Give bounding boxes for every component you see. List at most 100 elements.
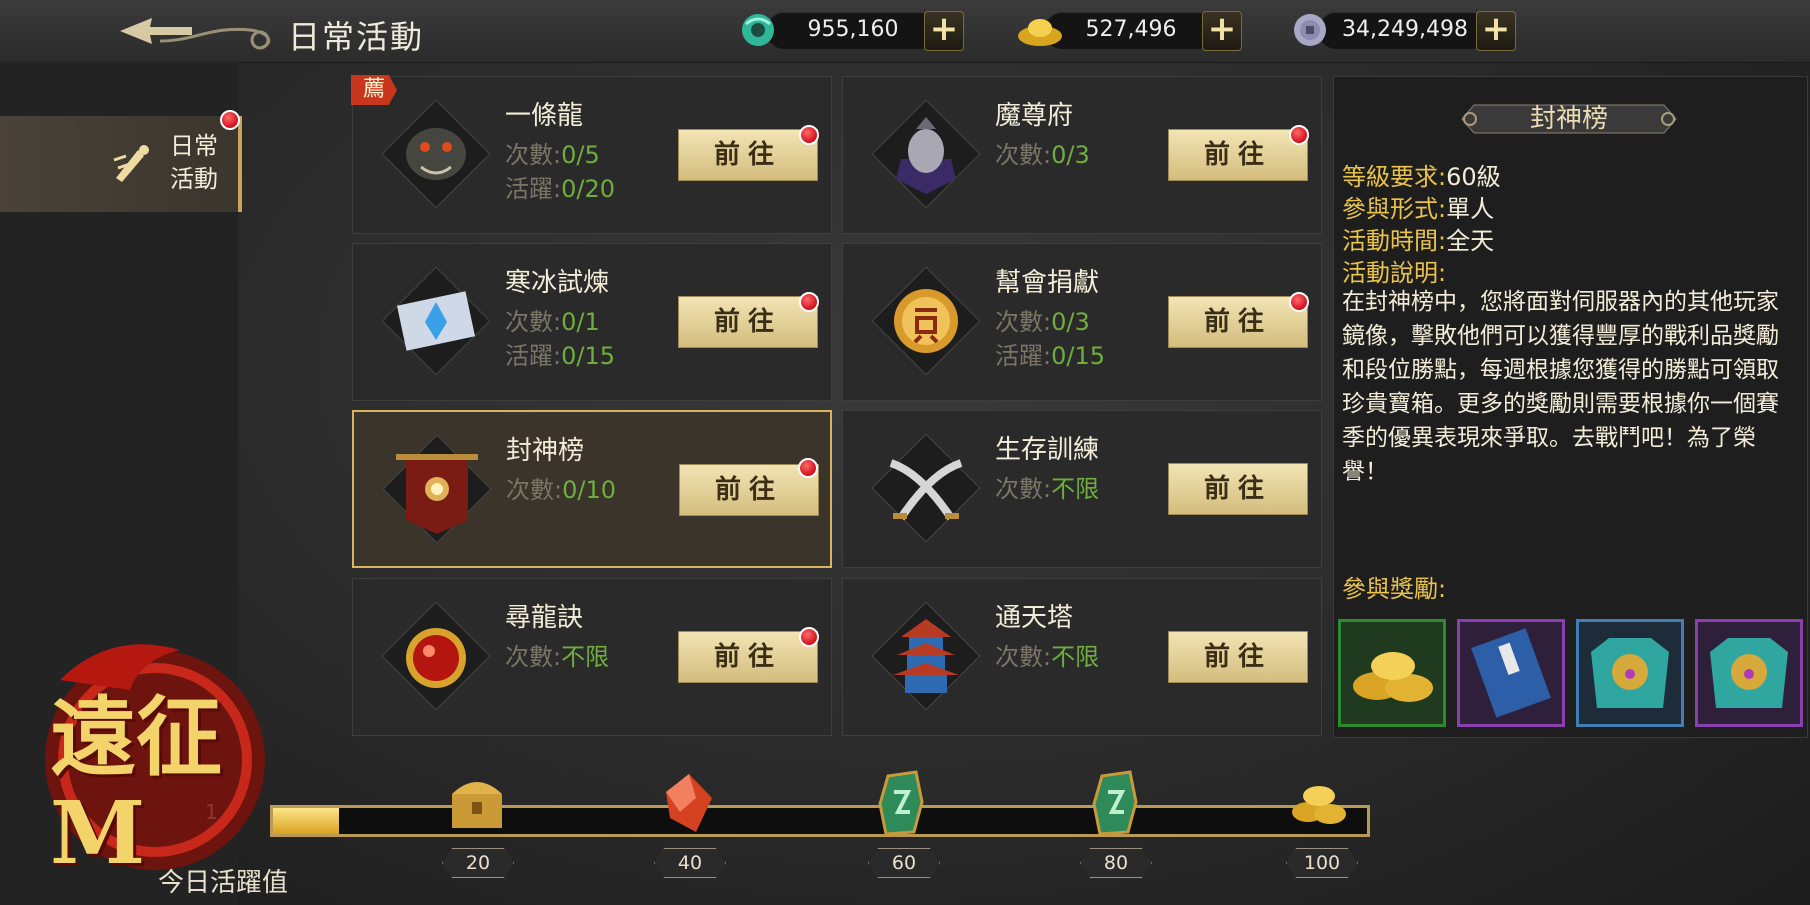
count-line: 次數:0/5 (505, 135, 600, 170)
back-button[interactable] (100, 8, 280, 54)
count-value: 不限 (561, 643, 610, 671)
go-button[interactable]: 前往 (1168, 463, 1308, 515)
activity-title: 生存訓練 (995, 435, 1100, 465)
activity-title: 幫會捐獻 (995, 268, 1100, 298)
level-value: 60級 (1446, 163, 1501, 191)
time-label: 活動時間: (1342, 227, 1447, 255)
reward-slot[interactable] (1576, 619, 1684, 727)
gold-ingots-icon (1353, 652, 1433, 702)
description-text: 在封神榜中，您將面對伺服器內的其他玩家鏡像，擊敗他們可以獲得豐厚的戰利品獎勵和段… (1342, 289, 1779, 485)
red-gem-icon (666, 774, 712, 832)
count-value: 0/5 (561, 141, 600, 169)
game-logo: 遠征M (20, 620, 290, 890)
banner-icon (382, 434, 492, 544)
activity-card-fengshenbang[interactable]: 封神榜 次數:0/10 前往 (352, 410, 832, 568)
top-bar: 日常活動 955,160 + 527,496 + 34,249,498 + (0, 0, 1810, 63)
activity-title: 魔尊府 (995, 101, 1074, 131)
count-label: 次數: (995, 308, 1052, 336)
alert-dot (1289, 292, 1309, 312)
logo-text: 遠征M (50, 687, 222, 884)
jade-token-icon (1092, 770, 1138, 836)
go-button[interactable]: 前往 (678, 296, 818, 348)
alert-dot (799, 627, 819, 647)
milestone-40-reward[interactable] (656, 768, 722, 838)
ice-scroll-icon (381, 266, 491, 376)
go-button[interactable]: 前往 (1168, 296, 1308, 348)
alert-dot (799, 125, 819, 145)
currency-value: 955,160 (807, 17, 899, 42)
activity-progress-bar (270, 805, 1370, 837)
milestone-label: 60 (868, 848, 940, 878)
add-silver-button[interactable]: + (1476, 11, 1516, 51)
milestone-100-reward[interactable] (1286, 768, 1352, 838)
treasure-chest-icon (452, 782, 502, 828)
currency-jade: 955,160 + (738, 10, 978, 51)
activity-card-hanbing[interactable]: 寒冰試煉 次數:0/1 活躍:0/15 前往 (352, 243, 832, 401)
count-line: 次數:0/3 (995, 135, 1090, 170)
activity-title: 寒冰試煉 (505, 268, 610, 298)
rewards-label: 參與獎勵: (1342, 575, 1447, 603)
sidebar-item-label: 日常 活動 (170, 130, 230, 196)
activity-card-tongtianta[interactable]: 通天塔 次數:不限 前往 (842, 578, 1322, 736)
count-line: 次數:不限 (995, 469, 1099, 504)
crossed-swords-icon (871, 433, 981, 543)
jade-icon (738, 10, 778, 50)
activity-title: 封神榜 (506, 436, 585, 466)
reward-slot[interactable] (1695, 619, 1803, 727)
go-button[interactable]: 前往 (678, 129, 818, 181)
count-line: 次數:0/10 (506, 470, 616, 505)
back-arrow-icon (120, 18, 271, 50)
activity-card-mozunfu[interactable]: 魔尊府 次數:0/3 前往 (842, 76, 1322, 234)
reward-slot[interactable] (1338, 619, 1446, 727)
sidebar-label-line2: 活動 (170, 165, 218, 193)
milestone-80-reward[interactable] (1082, 768, 1148, 838)
info-title-bar: 封神榜 (1454, 99, 1684, 139)
activity-card-xunlongjue[interactable]: 尋龍訣 次數:不限 前往 (352, 578, 832, 736)
milestone-20-reward[interactable] (444, 768, 510, 838)
count-value: 不限 (1051, 643, 1100, 671)
mode-value: 單人 (1446, 195, 1495, 223)
demon-lord-icon (871, 99, 981, 209)
count-label: 次數: (995, 643, 1052, 671)
activity-card-shengcun[interactable]: 生存訓練 次數:不限 前往 (842, 410, 1322, 568)
guild-coin-icon (871, 266, 981, 376)
silver-coin-icon (1290, 10, 1330, 50)
currency-silver: 34,249,498 + (1290, 10, 1530, 51)
add-jade-button[interactable]: + (924, 11, 964, 51)
sidebar-label-line1: 日常 (170, 132, 218, 160)
count-label: 次數: (995, 475, 1052, 503)
add-gold-button[interactable]: + (1202, 11, 1242, 51)
count-label: 次數: (505, 308, 562, 336)
milestone-label: 80 (1080, 848, 1152, 878)
count-value: 0/3 (1051, 308, 1090, 336)
go-button[interactable]: 前往 (1168, 631, 1308, 683)
activity-card-yitiaolong[interactable]: 薦 一條龍 次數:0/5 活躍:0/20 前往 (351, 75, 832, 234)
activity-title: 一條龍 (505, 101, 584, 131)
count-line: 次數:不限 (995, 637, 1099, 672)
count-label: 次數: (505, 643, 562, 671)
sidebar-item-daily-activity[interactable]: 日常 活動 (0, 110, 242, 212)
count-line: 次數:0/1 (505, 302, 600, 337)
level-label: 等級要求: (1342, 163, 1447, 191)
active-value: 0/15 (561, 342, 615, 370)
go-button[interactable]: 前往 (678, 631, 818, 683)
alert-dot (1289, 125, 1309, 145)
time-value: 全天 (1446, 227, 1495, 255)
reward-slot[interactable] (1457, 619, 1565, 727)
alert-dot (799, 292, 819, 312)
gold-ingots-icon (1292, 786, 1346, 824)
currency-gold: 527,496 + (1016, 10, 1256, 51)
activity-title: 尋龍訣 (505, 603, 584, 633)
active-label: 活躍: (995, 342, 1052, 370)
currency-value: 34,249,498 (1342, 17, 1468, 42)
jade-token-icon (878, 770, 924, 836)
active-line: 活躍:0/20 (505, 169, 615, 204)
count-value: 不限 (1051, 475, 1100, 503)
active-line: 活躍:0/15 (995, 336, 1105, 371)
go-button[interactable]: 前往 (1168, 129, 1308, 181)
milestone-60-reward[interactable] (868, 768, 934, 838)
beast-armor-icon (1710, 638, 1788, 708)
blue-book-icon (1471, 628, 1551, 718)
description-label: 活動說明: (1342, 259, 1447, 287)
activity-card-banghui[interactable]: 幫會捐獻 次數:0/3 活躍:0/15 前往 (842, 243, 1322, 401)
